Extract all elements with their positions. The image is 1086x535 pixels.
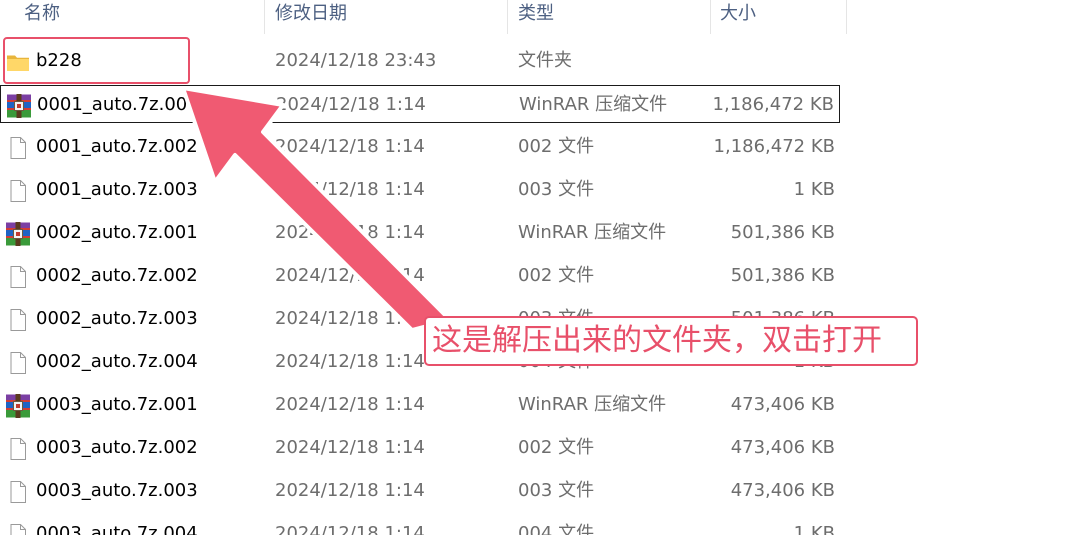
- folder-highlight-box: [3, 37, 190, 84]
- annotation-callout: 这是解压出来的文件夹，双击打开: [424, 316, 918, 366]
- file-explorer-view: 名称 修改日期 类型 大小 b228 2024/12/18 23:43 文件夹 000…: [0, 0, 1086, 535]
